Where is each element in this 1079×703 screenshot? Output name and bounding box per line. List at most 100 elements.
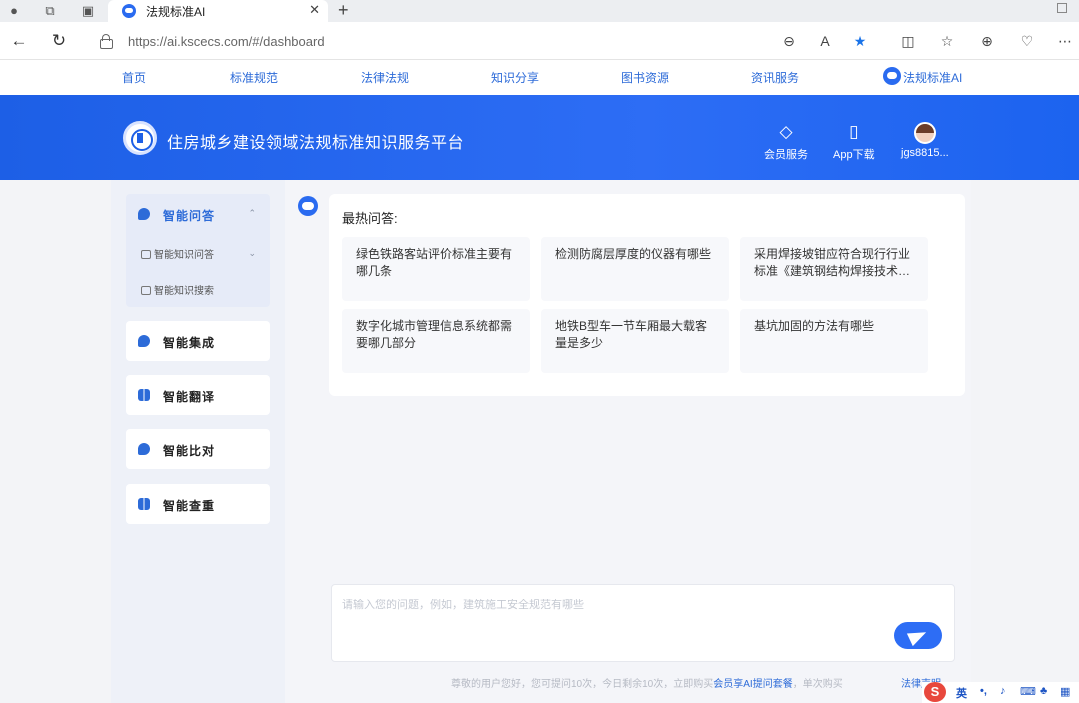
sidebar-item-label: 智能查重 — [163, 499, 216, 513]
ime-toolbar: S 英 •, ♪ ⌨ ♣ ▦ — [922, 682, 1079, 703]
sidebar-subitem-label: 智能知识问答 — [154, 250, 214, 261]
nav-item-knowledge[interactable]: 知识分享 — [491, 69, 539, 86]
more-menu-icon[interactable]: ⋯ — [1056, 32, 1074, 50]
refresh-button[interactable]: ↻ — [49, 31, 69, 51]
nav-item-laws[interactable]: 法律法规 — [361, 69, 409, 86]
usage-note-text: 尊敬的用户您好，您可提问10次，今日剩余10次，立即购买 — [451, 679, 714, 690]
nav-item-home[interactable]: 首页 — [122, 69, 146, 86]
chat-icon — [141, 250, 151, 259]
sidebar-item-integration[interactable]: 智能集成 — [126, 321, 270, 361]
split-screen-icon[interactable]: ◫ — [899, 32, 917, 50]
search-doc-icon — [141, 286, 151, 295]
skin-icon[interactable]: ♣ — [1040, 685, 1047, 697]
keyboard-icon[interactable]: ⌨ — [1020, 685, 1036, 698]
question-text: 绿色铁路客站评价标准主要有哪几条 — [356, 247, 513, 278]
grid-icon — [138, 389, 150, 401]
question-card[interactable]: 数字化城市管理信息系统都需要哪几部分 — [342, 309, 530, 373]
user-menu[interactable]: jgs8815... — [901, 122, 949, 159]
usage-note-suffix: ，单次购买 — [792, 679, 843, 690]
tab-actions-icon[interactable]: ▣ — [80, 3, 96, 19]
send-button[interactable] — [894, 622, 942, 649]
browser-essentials-icon[interactable]: ♡ — [1018, 32, 1036, 50]
ai-robot-icon — [883, 67, 901, 85]
question-card[interactable]: 采用焊接坡钳应符合现行行业标准《建筑钢结构焊接技术规程》 — [740, 237, 928, 301]
question-text: 采用焊接坡钳应符合现行行业标准《建筑钢结构焊接技术规程》 — [754, 247, 911, 278]
tab-close-button[interactable]: ✕ — [309, 2, 320, 18]
member-service-label: 会员服务 — [764, 149, 808, 161]
diamond-icon: ◇ — [779, 122, 793, 141]
sidebar-item-comparison[interactable]: 智能比对 — [126, 429, 270, 469]
hot-questions-panel: 最热问答: 绿色铁路客站评价标准主要有哪几条 检测防腐层厚度的仪器有哪些 采用焊… — [329, 194, 965, 396]
buy-package-link[interactable]: 会员享AI提问套餐 — [713, 679, 792, 690]
question-card[interactable]: 绿色铁路客站评价标准主要有哪几条 — [342, 237, 530, 301]
chat-main: 最热问答: 绿色铁路客站评价标准主要有哪几条 检测防腐层厚度的仪器有哪些 采用焊… — [285, 180, 971, 703]
sogou-ime-icon[interactable]: S — [924, 682, 946, 702]
user-avatar — [913, 122, 936, 144]
sidebar-item-label: 智能问答 — [163, 209, 216, 223]
nav-item-news[interactable]: 资讯服务 — [751, 69, 799, 86]
question-card[interactable]: 地铁B型车一节车厢最大载客量是多少 — [541, 309, 729, 373]
ai-robot-icon — [298, 196, 318, 216]
url-field[interactable]: https://ai.kscecs.com/#/dashboard — [128, 34, 325, 49]
ime-language-toggle[interactable]: 英 — [956, 685, 967, 701]
collections-icon[interactable]: ⧉ — [42, 3, 58, 19]
sidebar-subitem-knowledge-qa[interactable]: 智能知识问答 — [141, 246, 214, 261]
browser-tab[interactable]: 法规标准AI ✕ — [108, 0, 328, 22]
sidebar-item-label: 智能集成 — [163, 336, 216, 350]
site-nav: 首页 标准规范 法律法规 知识分享 图书资源 资讯服务 法规标准AI — [0, 60, 1079, 95]
question-input[interactable] — [342, 599, 882, 611]
member-service-button[interactable]: ◇ 会员服务 — [764, 122, 808, 162]
question-text: 数字化城市管理信息系统都需要哪几部分 — [356, 319, 513, 350]
app-download-label: App下载 — [833, 149, 875, 161]
bubble-icon — [138, 335, 150, 347]
nav-item-standards[interactable]: 标准规范 — [230, 69, 278, 86]
sidebar-subitem-label: 智能知识搜索 — [154, 286, 214, 297]
sidebar-item-qa[interactable]: 智能问答 ⌃ — [126, 194, 270, 234]
new-tab-button[interactable]: + — [338, 0, 349, 20]
book-icon: ▯ — [849, 122, 859, 141]
tab-title: 法规标准AI — [146, 5, 206, 19]
sidebar-subitem-knowledge-search[interactable]: 智能知识搜索 — [141, 282, 214, 297]
sidebar-group-qa: 智能问答 ⌃ 智能知识问答 ⌄ 智能知识搜索 — [126, 194, 270, 307]
back-button[interactable]: ← — [9, 31, 29, 51]
microphone-icon[interactable]: ♪ — [1000, 685, 1006, 697]
collections-icon[interactable]: ⊕ — [978, 32, 996, 50]
toolbox-icon[interactable]: ▦ — [1060, 685, 1070, 698]
read-aloud-icon[interactable]: A — [816, 32, 834, 50]
lock-icon[interactable] — [100, 34, 113, 49]
nav-item-ai[interactable]: 法规标准AI — [903, 69, 962, 86]
window-restore-icon[interactable] — [1057, 3, 1067, 13]
sidebar: 智能问答 ⌃ 智能知识问答 ⌄ 智能知识搜索 智能集成 智能翻译 智能比对 智能… — [111, 180, 285, 703]
site-title: 住房城乡建设领域法规标准知识服务平台 — [167, 135, 465, 152]
user-name: jgs8815... — [901, 147, 949, 159]
hot-questions-title: 最热问答: — [342, 211, 398, 226]
question-text: 基坑加固的方法有哪些 — [754, 319, 875, 333]
question-card[interactable]: 检测防腐层厚度的仪器有哪些 — [541, 237, 729, 301]
favorite-star-icon[interactable]: ★ — [851, 32, 869, 50]
browser-tab-bar: ● ⧉ ▣ 法规标准AI ✕ + — [0, 0, 1079, 22]
zoom-icon[interactable]: ⊖ — [780, 32, 798, 50]
nav-item-books[interactable]: 图书资源 — [621, 69, 669, 86]
profile-icon[interactable]: ● — [6, 3, 22, 19]
chevron-up-icon[interactable]: ⌃ — [248, 208, 256, 219]
punctuation-icon[interactable]: •, — [980, 685, 987, 697]
app-download-button[interactable]: ▯ App下载 — [833, 122, 875, 162]
header-banner: 住房城乡建设领域法规标准知识服务平台 ◇ 会员服务 ▯ App下载 jgs881… — [0, 95, 1079, 180]
favorites-icon[interactable]: ☆ — [938, 32, 956, 50]
chat-input-box — [331, 584, 955, 662]
site-logo[interactable] — [123, 121, 157, 155]
question-text: 检测防腐层厚度的仪器有哪些 — [555, 247, 712, 261]
usage-note: 尊敬的用户您好，您可提问10次，今日剩余10次，立即购买会员享AI提问套餐，单次… — [451, 675, 843, 690]
question-text: 地铁B型车一节车厢最大载客量是多少 — [555, 319, 708, 350]
tab-favicon-icon — [122, 4, 136, 18]
sidebar-item-label: 智能翻译 — [163, 390, 216, 404]
bubble-icon — [138, 208, 150, 220]
address-bar: ← ↻ https://ai.kscecs.com/#/dashboard ⊖ … — [0, 22, 1079, 60]
sidebar-item-label: 智能比对 — [163, 444, 216, 458]
bubble-icon — [138, 443, 150, 455]
grid-icon — [138, 498, 150, 510]
sidebar-item-duplicate-check[interactable]: 智能查重 — [126, 484, 270, 524]
chevron-down-icon[interactable]: ⌄ — [248, 248, 256, 259]
sidebar-item-translation[interactable]: 智能翻译 — [126, 375, 270, 415]
question-card[interactable]: 基坑加固的方法有哪些 — [740, 309, 928, 373]
